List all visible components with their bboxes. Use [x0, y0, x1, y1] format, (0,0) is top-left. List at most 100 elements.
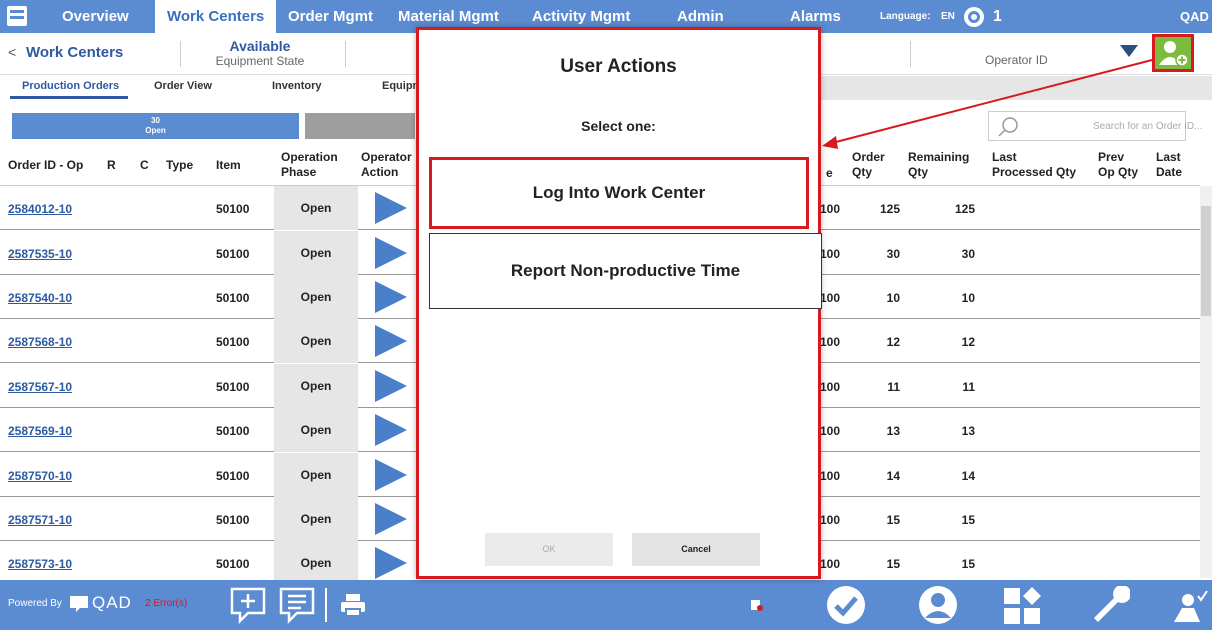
col-label: Action: [361, 165, 399, 179]
divider: [910, 41, 911, 67]
user-profile-icon[interactable]: [917, 584, 959, 626]
col-label: Order: [852, 150, 885, 164]
language-code[interactable]: EN: [941, 0, 955, 33]
order-id-link[interactable]: 2587569-10: [8, 424, 72, 438]
order-id-link[interactable]: 2587535-10: [8, 247, 72, 261]
operator-signoff-icon[interactable]: [1170, 586, 1210, 626]
item-cell: 50100: [216, 291, 250, 305]
play-icon[interactable]: [373, 235, 409, 271]
checkmark-icon[interactable]: [825, 584, 867, 626]
e-cell: 100: [820, 469, 841, 483]
menu-app-icon[interactable]: [6, 4, 28, 28]
scrollbar-thumb[interactable]: [1201, 206, 1211, 316]
col-order-qty[interactable]: Order Qty: [852, 150, 885, 180]
col-e[interactable]: e: [826, 166, 833, 181]
order-id-link[interactable]: 2587570-10: [8, 469, 72, 483]
col-label: Operator: [361, 150, 412, 164]
col-label: Phase: [281, 165, 317, 179]
phase-cell: Open: [274, 231, 358, 275]
add-user-icon: [1159, 41, 1189, 67]
other-status-bar[interactable]: [305, 113, 415, 139]
play-icon[interactable]: [373, 323, 409, 359]
e-cell: 100: [820, 557, 841, 571]
order-id-link[interactable]: 2587573-10: [8, 557, 72, 571]
remaining-qty-cell: 125: [954, 202, 975, 216]
col-operation-phase[interactable]: Operation Phase: [281, 150, 338, 180]
col-type[interactable]: Type: [166, 158, 193, 173]
report-non-productive-time-button[interactable]: Report Non-productive Time: [429, 233, 822, 309]
play-icon[interactable]: [373, 368, 409, 404]
user-globe-icon[interactable]: [962, 5, 986, 29]
col-label: Op Qty: [1098, 165, 1139, 179]
e-cell: 100: [820, 513, 841, 527]
col-remaining-qty[interactable]: Remaining Qty: [908, 150, 969, 180]
equipment-state-value: Available: [229, 38, 291, 54]
play-icon[interactable]: [373, 190, 409, 226]
brand-logo: QAD: [1180, 9, 1209, 24]
work-centers-link[interactable]: Work Centers: [26, 44, 123, 61]
dashboard-widgets-icon[interactable]: [1002, 586, 1042, 626]
order-id-link[interactable]: 2587540-10: [8, 291, 72, 305]
order-qty-cell: 15: [886, 557, 900, 571]
order-qty-cell: 15: [886, 513, 900, 527]
user-count: 1: [993, 8, 1002, 25]
subtab-order-view[interactable]: Order View: [154, 75, 212, 99]
open-status-bar[interactable]: 30 Open: [12, 113, 299, 139]
subtab-production-orders[interactable]: Production Orders: [10, 75, 128, 99]
col-order-id[interactable]: Order ID - Op: [8, 158, 83, 173]
comments-icon[interactable]: [277, 585, 317, 625]
remaining-qty-cell: 10: [961, 291, 975, 305]
col-label: Prev: [1098, 150, 1125, 164]
phase-cell: Open: [274, 497, 358, 541]
ok-button[interactable]: OK: [485, 533, 613, 566]
col-c[interactable]: C: [140, 158, 149, 173]
add-comment-icon[interactable]: [228, 585, 268, 625]
col-operator-action[interactable]: Operator Action: [361, 150, 412, 180]
order-id-link[interactable]: 2584012-10: [8, 202, 72, 216]
e-cell: 100: [820, 247, 841, 261]
col-label: Processed Qty: [992, 165, 1077, 179]
dialog-subtitle: Select one:: [581, 118, 656, 134]
wrench-icon[interactable]: [1088, 586, 1130, 626]
col-prev-op-qty[interactable]: Prev Op Qty: [1098, 150, 1138, 180]
print-icon[interactable]: [340, 592, 366, 618]
back-button[interactable]: <: [8, 44, 16, 60]
col-r[interactable]: R: [107, 158, 116, 173]
operator-id-field[interactable]: Operator ID: [985, 53, 1048, 67]
powered-by-label: Powered By: [8, 598, 62, 609]
remaining-qty-cell: 15: [961, 557, 975, 571]
play-icon[interactable]: [373, 457, 409, 493]
order-search-input[interactable]: Search for an Order ID...: [988, 111, 1203, 141]
error-count[interactable]: 2 Error(s): [145, 598, 187, 609]
col-last-date[interactable]: Last Date: [1156, 150, 1182, 180]
e-cell: 100: [820, 335, 841, 349]
col-item[interactable]: Item: [216, 158, 241, 173]
remaining-qty-cell: 13: [961, 424, 975, 438]
open-label: Open: [145, 126, 166, 135]
order-id-link[interactable]: 2587571-10: [8, 513, 72, 527]
add-user-button[interactable]: [1152, 34, 1194, 72]
col-label: Qty: [908, 165, 929, 179]
remaining-qty-cell: 15: [961, 513, 975, 527]
divider: [180, 41, 181, 67]
subtab-inventory[interactable]: Inventory: [272, 75, 322, 99]
search-placeholder: Search for an Order ID...: [1093, 121, 1203, 132]
order-id-link[interactable]: 2587567-10: [8, 380, 72, 394]
play-icon[interactable]: [373, 412, 409, 448]
order-id-link[interactable]: 2587568-10: [8, 335, 72, 349]
tab-order-mgmt[interactable]: Order Mgmt: [276, 0, 385, 33]
log-into-work-center-button[interactable]: Log Into Work Center: [429, 157, 809, 229]
col-last-processed-qty[interactable]: Last Processed Qty: [992, 150, 1076, 180]
tab-overview[interactable]: Overview: [50, 0, 141, 33]
phase-cell: Open: [274, 275, 358, 319]
play-icon[interactable]: [373, 501, 409, 537]
phase-cell: Open: [274, 408, 358, 452]
play-icon[interactable]: [373, 545, 409, 581]
operator-dropdown-icon[interactable]: [1120, 45, 1138, 57]
divider: [345, 41, 346, 67]
cancel-button[interactable]: Cancel: [632, 533, 760, 566]
tab-work-centers[interactable]: Work Centers: [155, 0, 277, 33]
phase-cell: Open: [274, 453, 358, 497]
status-indicator-icon: [751, 600, 763, 611]
play-icon[interactable]: [373, 279, 409, 315]
